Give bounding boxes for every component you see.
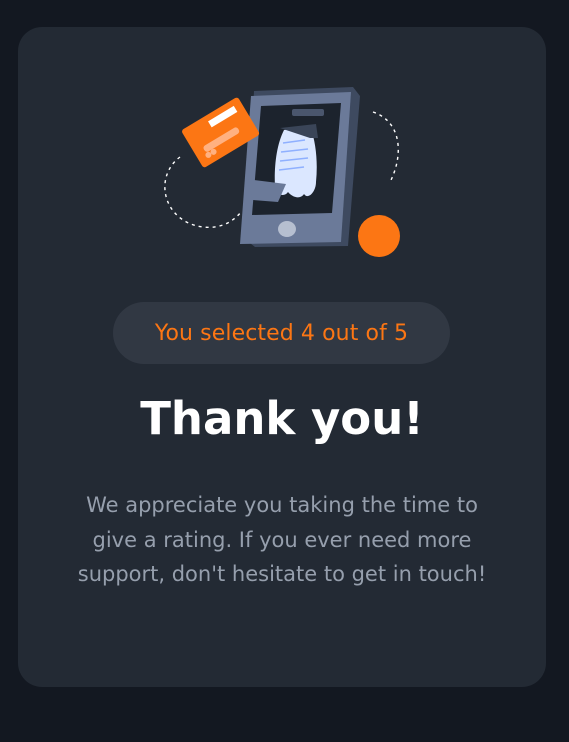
phone-home-button-icon [278,221,296,237]
phone-speaker-icon [292,109,324,116]
dashed-path-left-icon [164,156,242,229]
orange-circle-icon [358,215,400,257]
rating-selection-text: You selected 4 out of 5 [154,320,409,346]
payment-receipt-illustration [158,82,408,257]
rating-selection-badge: You selected 4 out of 5 [113,302,450,364]
page-title: Thank you! [140,392,424,445]
thank-you-message: We appreciate you taking the time to giv… [77,493,487,586]
thank-you-card: You selected 4 out of 5 Thank you! We ap… [18,27,546,687]
dashed-path-right-icon [372,111,399,183]
